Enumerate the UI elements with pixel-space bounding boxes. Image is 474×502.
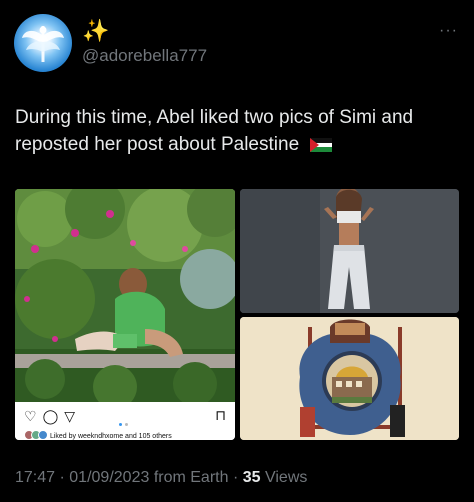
media-image-instagram-post[interactable]: ♡ ◯ ▽ ⊓ Liked by weekndhxome and 105 oth…	[15, 189, 235, 440]
tweet-date[interactable]: 01/09/2023	[69, 469, 149, 486]
liked-by-text: Liked by weekndhxome and 105 others	[24, 430, 172, 440]
carousel-dots	[119, 413, 131, 426]
tweet-body: During this time, Abel liked two pics of…	[15, 107, 414, 155]
media-image-gray-wall[interactable]	[240, 189, 459, 313]
views-count: 35	[242, 469, 261, 486]
tweet-source: from Earth	[153, 469, 229, 486]
instagram-action-bar: ♡ ◯ ▽ ⊓ Liked by weekndhxome and 105 oth…	[15, 402, 235, 440]
angel-wings-avatar-icon	[22, 26, 64, 62]
tweet-time[interactable]: 17:47	[15, 469, 55, 486]
tweet-meta: 17:47 · 01/09/2023 from Earth · 35 Views	[15, 469, 307, 487]
media-grid[interactable]: ♡ ◯ ▽ ⊓ Liked by weekndhxome and 105 oth…	[15, 189, 459, 440]
media-image-palestine-art[interactable]	[240, 317, 459, 440]
bookmark-icon: ⊓	[215, 407, 226, 423]
tweet-text: During this time, Abel liked two pics of…	[15, 104, 455, 158]
garden-photo	[15, 189, 235, 402]
palestine-flag-icon	[310, 137, 333, 152]
display-name[interactable]: ✨	[82, 18, 109, 44]
heart-icon: ♡	[24, 408, 37, 424]
person-photo	[240, 189, 459, 313]
more-options-icon[interactable]: ···	[439, 22, 458, 40]
separator-dot: ·	[232, 469, 243, 486]
user-handle[interactable]: @adorebella777	[82, 46, 207, 66]
illustration-art	[240, 317, 459, 440]
avatar[interactable]	[14, 14, 72, 72]
send-icon: ▽	[64, 408, 76, 424]
views-label: Views	[264, 469, 308, 486]
liker-avatars	[24, 430, 48, 440]
separator-dot: ·	[59, 469, 70, 486]
comment-icon: ◯	[42, 408, 59, 424]
